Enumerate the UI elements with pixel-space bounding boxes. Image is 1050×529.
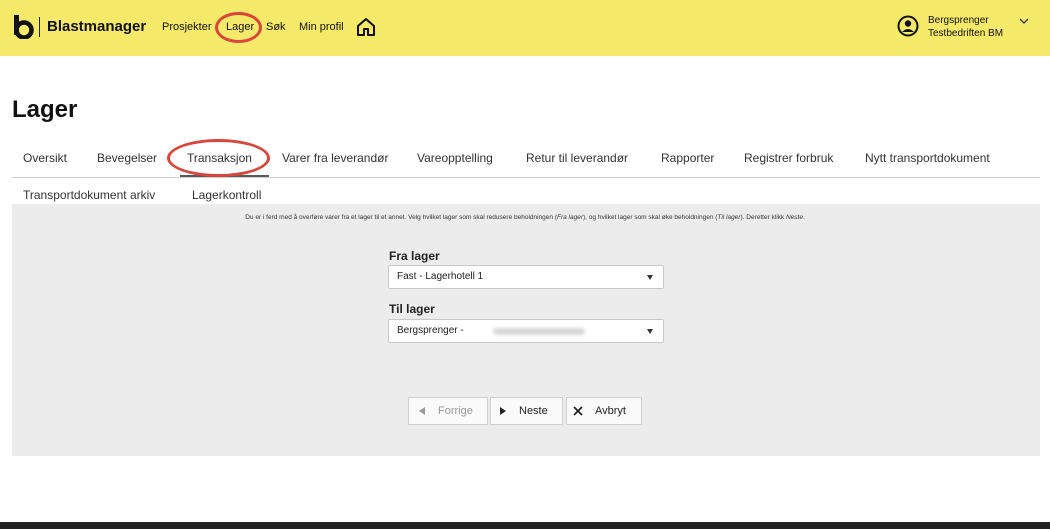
- nav-sok[interactable]: Søk: [266, 21, 286, 33]
- user-menu[interactable]: Bergsprenger Testbedriften BM: [928, 14, 1003, 40]
- tab-oversikt[interactable]: Oversikt: [23, 151, 67, 165]
- info-text-1: Du er i ferd med å overføre varer fra et…: [245, 214, 557, 221]
- cancel-button[interactable]: Avbryt: [566, 397, 642, 425]
- til-lager-value: Bergsprenger -: [397, 325, 464, 336]
- previous-button[interactable]: Forrige: [408, 397, 488, 425]
- highlight-circle-transaksjon: [167, 139, 270, 177]
- brand-name[interactable]: Blastmanager: [47, 18, 146, 35]
- dropdown-arrow-icon: [647, 329, 653, 334]
- info-fra: Fra lager: [557, 214, 584, 221]
- previous-button-label: Forrige: [438, 405, 473, 417]
- user-company: Testbedriften BM: [928, 28, 1004, 39]
- tab-bevegelser[interactable]: Bevegelser: [97, 151, 157, 165]
- tabs-divider: [12, 177, 1040, 178]
- tab-vareopptelling[interactable]: Vareopptelling: [417, 151, 493, 165]
- logo-divider: [39, 17, 40, 37]
- info-text-4: .: [802, 214, 805, 221]
- triangle-right-icon: [500, 407, 506, 415]
- info-til: Til lager: [717, 214, 741, 221]
- cancel-button-label: Avbryt: [595, 405, 626, 417]
- info-text-3: ). Deretter klikk: [740, 214, 786, 221]
- home-icon[interactable]: [355, 16, 377, 38]
- til-lager-select[interactable]: Bergsprenger -: [388, 319, 664, 343]
- user-avatar-icon[interactable]: [897, 15, 919, 37]
- tab-lagerkontroll[interactable]: Lagerkontroll: [192, 188, 261, 202]
- chevron-down-icon[interactable]: [1019, 17, 1029, 25]
- blastmanager-logo-icon[interactable]: [12, 15, 34, 39]
- close-icon: [573, 406, 583, 416]
- page-title: Lager: [12, 96, 78, 123]
- footer-bar: [0, 522, 1050, 529]
- next-button-label: Neste: [519, 405, 548, 417]
- dropdown-arrow-icon: [647, 275, 653, 280]
- fra-lager-label: Fra lager: [389, 249, 440, 263]
- tab-retur-til-leverandor[interactable]: Retur til leverandør: [526, 151, 628, 165]
- nav-prosjekter[interactable]: Prosjekter: [162, 21, 212, 33]
- info-text-2: ), og hvilket lager som skal øke beholdn…: [583, 214, 718, 221]
- nav-min-profil[interactable]: Min profil: [299, 21, 344, 33]
- info-neste: Neste: [786, 214, 803, 221]
- next-button[interactable]: Neste: [490, 397, 563, 425]
- tab-nytt-transportdokument[interactable]: Nytt transportdokument: [865, 151, 990, 165]
- redacted-text: [493, 328, 585, 335]
- til-lager-label: Til lager: [389, 302, 435, 316]
- user-name: Bergsprenger: [928, 15, 989, 26]
- tab-rapporter[interactable]: Rapporter: [661, 151, 714, 165]
- fra-lager-select[interactable]: Fast - Lagerhotell 1: [388, 265, 664, 289]
- tab-varer-fra-leverandor[interactable]: Varer fra leverandør: [282, 151, 388, 165]
- highlight-circle-lager: [215, 12, 262, 43]
- top-bar: Blastmanager Prosjekter Lager Søk Min pr…: [0, 0, 1050, 56]
- tab-registrer-forbruk[interactable]: Registrer forbruk: [744, 151, 833, 165]
- tab-transportdokument-arkiv[interactable]: Transportdokument arkiv: [23, 188, 155, 202]
- instruction-text: Du er i ferd med å overføre varer fra et…: [0, 214, 1050, 221]
- fra-lager-value: Fast - Lagerhotell 1: [397, 271, 484, 282]
- triangle-left-icon: [419, 407, 425, 415]
